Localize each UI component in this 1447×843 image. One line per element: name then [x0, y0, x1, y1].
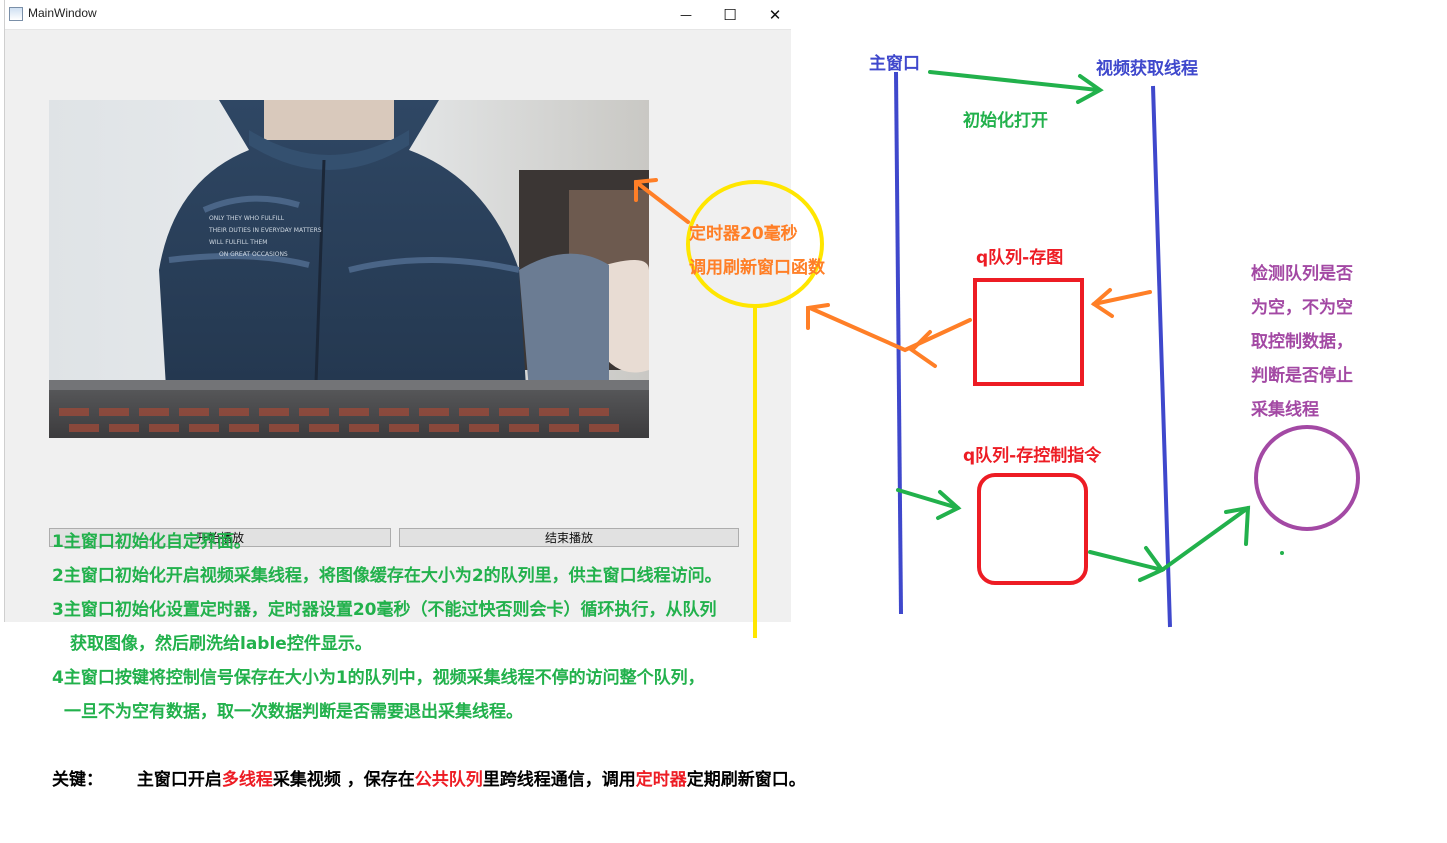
key-label: 关键： [52, 770, 103, 790]
check-text-line3: 取控制数据， [1251, 332, 1353, 352]
note-line-1: 1主窗口初始化自定界面。 [52, 532, 251, 552]
check-text-line5: 采集线程 [1251, 400, 1319, 420]
video-thread-label: 视频获取线程 [1096, 59, 1198, 79]
control-queue-box [977, 473, 1088, 585]
key-highlight-multithread: 多线程 [221, 770, 273, 790]
note-line-4: 4主窗口按键将控制信号保存在大小为1的队列中，视频采集线程不停的访问整个队列， [52, 668, 705, 688]
check-text-line4: 判断是否停止 [1251, 366, 1353, 386]
init-open-label: 初始化打开 [963, 111, 1048, 131]
note-line-3b: 获取图像，然后刷洗给lable控件显示。 [70, 634, 372, 654]
video-thread-timeline [1151, 85, 1172, 628]
check-text-line1: 检测队列是否 [1251, 264, 1353, 284]
key-part2: 采集视频 ，保存在 [272, 770, 415, 790]
green-dot [1280, 551, 1284, 555]
thread-to-queue-arrow [1090, 288, 1152, 318]
check-text-line2: 为空，不为空 [1251, 298, 1353, 318]
check-queue-circle [1254, 425, 1360, 531]
image-queue-box [973, 278, 1084, 386]
key-part4: 定期刷新窗口。 [686, 770, 806, 790]
key-part3: 里跨线程通信，调用 [482, 770, 636, 790]
image-queue-label: q队列-存图 [976, 248, 1064, 268]
note-line-2: 2主窗口初始化开启视频采集线程，将图像缓存在大小为2的队列里，供主窗口线程访问。 [52, 566, 722, 586]
main-to-control-queue-arrow [896, 488, 962, 520]
init-open-arrow [928, 70, 1104, 104]
key-part1: 主窗口开启 [136, 770, 222, 790]
note-line-3: 3主窗口初始化设置定时器，定时器设置20毫秒（不能过快否则会卡）循环执行，从队列 [52, 600, 717, 620]
main-window-label: 主窗口 [869, 54, 920, 74]
key-highlight-timer: 定时器 [635, 770, 687, 790]
timer-label-line1: 定时器20毫秒 [689, 224, 798, 244]
key-line: 关键： 主窗口开启多线程采集视频 ，保存在公共队列里跨线程通信，调用定时器定期刷… [52, 765, 806, 790]
main-window-timeline [894, 71, 903, 615]
queue-to-timer-arrow [806, 303, 972, 368]
control-queue-label: q队列-存控制指令 [963, 446, 1102, 466]
note-line-4b: 一旦不为空有数据，取一次数据判断是否需要退出采集线程。 [64, 702, 523, 722]
timer-to-video-arrow [634, 178, 690, 224]
timer-circle [686, 180, 824, 308]
key-highlight-public-queue: 公共队列 [414, 770, 483, 790]
timer-label-line2: 调用刷新窗口函数 [689, 258, 825, 278]
